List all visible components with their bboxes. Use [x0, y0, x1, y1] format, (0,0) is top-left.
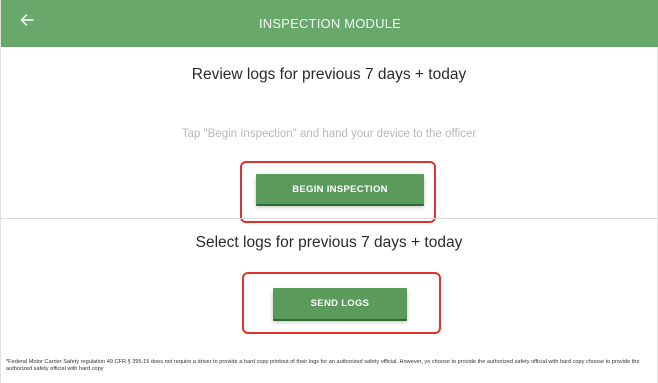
page-title: INSPECTION MODULE: [258, 16, 402, 31]
section-divider: [1, 218, 658, 219]
send-logs-button[interactable]: SEND LOGS: [273, 288, 407, 319]
inspection-screen: INSPECTION MODULE Review logs for previo…: [0, 0, 658, 383]
review-logs-title: Review logs for previous 7 days + today: [191, 66, 467, 83]
select-logs-title: Select logs for previous 7 days + today: [195, 234, 463, 251]
inspection-hint-text: Tap "Begin Inspection" and hand your dev…: [181, 128, 477, 140]
app-header: INSPECTION MODULE: [1, 0, 658, 47]
begin-inspection-button[interactable]: BEGIN INSPECTION: [256, 174, 424, 204]
regulation-footnote: *Federal Motor Carrier Safety regulation…: [6, 359, 640, 372]
